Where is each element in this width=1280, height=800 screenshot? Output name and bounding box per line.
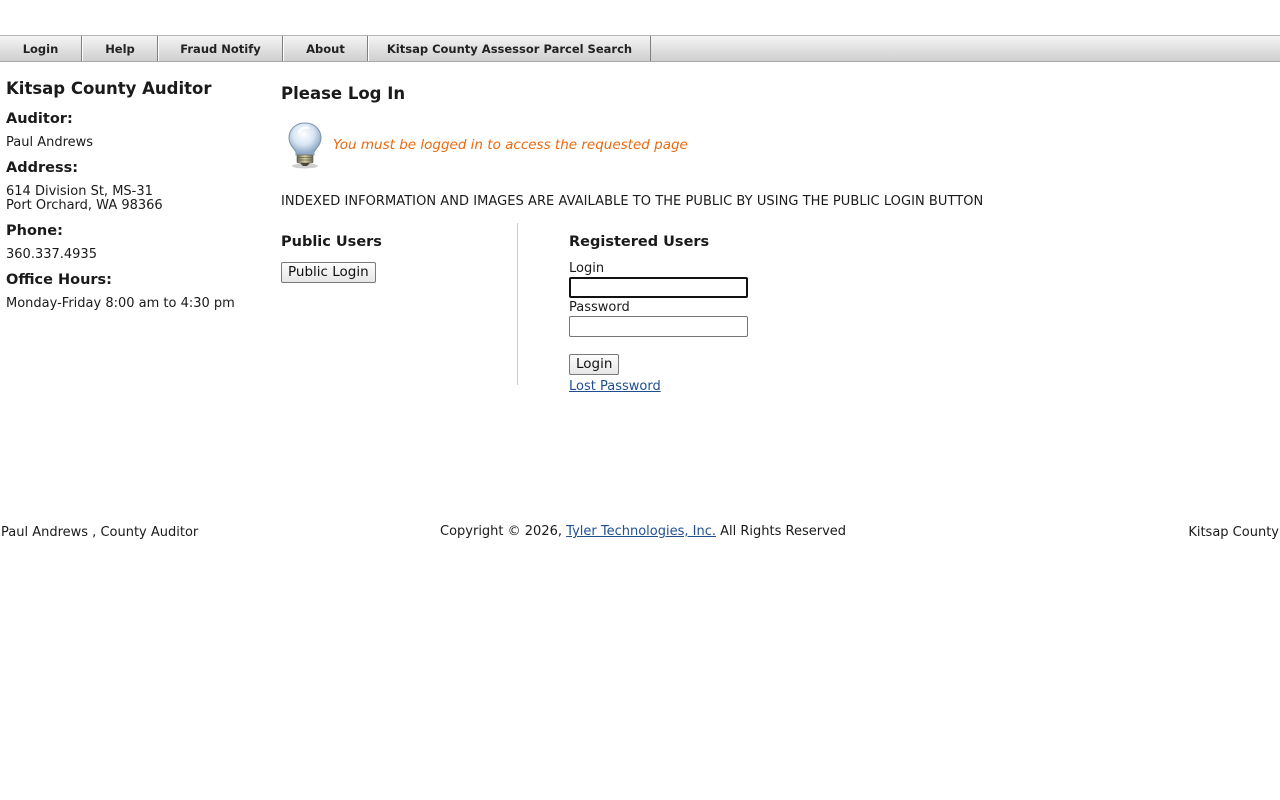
auditor-name: Paul Andrews (6, 135, 94, 150)
login-button[interactable]: Login (569, 353, 620, 375)
registered-users-title: Registered Users (569, 234, 710, 250)
nav-fraud-notify[interactable]: Fraud Notify (158, 36, 283, 61)
copyright-suffix: All Rights Reserved (720, 524, 847, 539)
nav-login[interactable]: Login (0, 36, 82, 61)
footer-copyright: Copyright © 2026, Tyler Technologies, In… (440, 524, 846, 539)
login-input[interactable] (569, 277, 748, 298)
public-users-title: Public Users (281, 234, 382, 250)
lost-password-link[interactable]: Lost Password (569, 379, 661, 394)
footer-auditor: Paul Andrews , County Auditor (1, 525, 199, 540)
footer: Paul Andrews , County Auditor Copyright … (0, 524, 1280, 544)
page-title: Please Log In (281, 84, 406, 103)
public-users-section: Public Users Public Login (281, 223, 518, 385)
office-hours: Monday-Friday 8:00 am to 4:30 pm (6, 296, 235, 311)
public-login-button[interactable]: Public Login (281, 261, 376, 283)
phone-heading: Phone: (6, 223, 63, 239)
login-label: Login (569, 261, 605, 276)
password-input[interactable] (569, 316, 748, 337)
main-content: Please Log In You must be logged in to a… (281, 84, 1261, 394)
footer-county: Kitsap County (1188, 525, 1279, 540)
public-notice: INDEXED INFORMATION AND IMAGES ARE AVAIL… (281, 194, 984, 209)
address: 614 Division St, MS-31 Port Orchard, WA … (6, 185, 266, 213)
address-line2: Port Orchard, WA 98366 (6, 198, 163, 213)
office-hours-heading: Office Hours: (6, 272, 112, 288)
address-heading: Address: (6, 160, 79, 176)
tyler-technologies-link[interactable]: Tyler Technologies, Inc. (566, 524, 716, 539)
copyright-prefix: Copyright © 2026, (440, 524, 563, 539)
address-line1: 614 Division St, MS-31 (6, 184, 153, 199)
password-label: Password (569, 300, 630, 315)
login-required-message: You must be logged in to access the requ… (281, 120, 1261, 170)
phone-number: 360.337.4935 (6, 247, 97, 262)
sidebar-title: Kitsap County Auditor (6, 79, 212, 98)
lightbulb-icon (281, 120, 325, 170)
top-nav-bar: Login Help Fraud Notify About Kitsap Cou… (0, 35, 1280, 62)
login-columns: Public Users Public Login Registered Use… (281, 223, 1261, 394)
nav-assessor-parcel-search[interactable]: Kitsap County Assessor Parcel Search (368, 36, 651, 61)
sidebar: Kitsap County Auditor Auditor: Paul Andr… (6, 78, 266, 320)
top-spacer (0, 0, 1280, 35)
auditor-heading: Auditor: (6, 111, 73, 127)
nav-about[interactable]: About (283, 36, 368, 61)
nav-help[interactable]: Help (82, 36, 158, 61)
message-text: You must be logged in to access the requ… (333, 137, 688, 153)
registered-users-section: Registered Users Login Password Login Lo… (518, 223, 748, 394)
